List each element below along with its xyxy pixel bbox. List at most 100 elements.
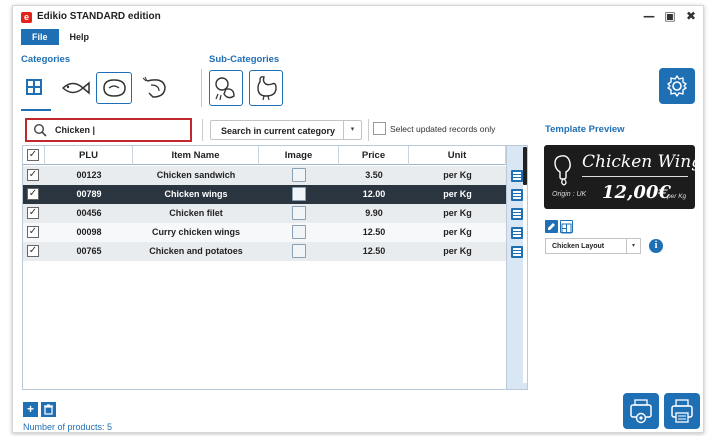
- menu-help[interactable]: Help: [59, 29, 101, 45]
- tag-unit: per Kg: [667, 193, 687, 200]
- column-header-price[interactable]: Price: [339, 146, 409, 165]
- menu-file[interactable]: File: [21, 29, 59, 45]
- delete-product-button[interactable]: [41, 402, 56, 417]
- toolbar-separator: [202, 119, 203, 141]
- table-row[interactable]: ✓ 00098 Curry chicken wings 12.50 per Kg: [23, 223, 506, 242]
- table-scrollbar-thumb[interactable]: [523, 147, 527, 185]
- cell-plu: 00123: [76, 170, 102, 180]
- category-fish-button[interactable]: [57, 74, 93, 102]
- search-input[interactable]: [55, 125, 180, 135]
- rooster-icon: [257, 76, 277, 101]
- row-checkbox[interactable]: ✓: [27, 169, 39, 181]
- layout-select[interactable]: Chicken Layout ▾: [545, 238, 641, 254]
- chicken-parts-icon: [215, 77, 235, 101]
- fish-icon: [61, 81, 90, 95]
- info-icon[interactable]: i: [649, 239, 663, 253]
- product-image-icon: [292, 244, 306, 258]
- cell-plu: 00765: [76, 246, 102, 256]
- table-row[interactable]: ✓ 00456 Chicken filet 9.90 per Kg: [23, 204, 506, 223]
- row-checkbox[interactable]: ✓: [27, 245, 39, 257]
- window-controls: — ▣ ✖: [643, 9, 697, 23]
- column-header-image[interactable]: Image: [259, 146, 339, 165]
- product-image-icon: [292, 225, 306, 239]
- maximize-button[interactable]: ▣: [664, 9, 676, 23]
- details-icon[interactable]: [511, 208, 523, 220]
- cell-unit: per Kg: [443, 227, 472, 237]
- subcategory-rooster-button[interactable]: [249, 70, 283, 106]
- layout-icon: [561, 223, 572, 234]
- close-button[interactable]: ✖: [685, 9, 697, 23]
- app-title: Edikio STANDARD edition: [37, 11, 161, 22]
- cell-plu: 00456: [76, 208, 102, 218]
- cell-unit: per Kg: [443, 208, 472, 218]
- search-scope-select[interactable]: Search in current category ▾: [210, 120, 362, 140]
- category-shrimp-button[interactable]: [138, 72, 174, 104]
- tag-price: 12,00€: [602, 182, 671, 203]
- cell-item-name: Chicken wings: [164, 189, 228, 199]
- print-button[interactable]: [664, 393, 700, 429]
- minimize-button[interactable]: —: [643, 9, 655, 23]
- subcategory-chicken-parts-button[interactable]: [209, 70, 243, 106]
- product-image-icon: [292, 187, 306, 201]
- product-count: Number of products: 5: [23, 422, 113, 432]
- table-row[interactable]: ✓ 00789 Chicken wings 12.00 per Kg: [23, 185, 506, 204]
- table-row[interactable]: ✓ 00123 Chicken sandwich 3.50 per Kg: [23, 166, 506, 185]
- select-all-checkbox[interactable]: ✓: [27, 149, 39, 161]
- column-header-item-name[interactable]: Item Name: [133, 146, 259, 165]
- template-layout-button[interactable]: [560, 220, 573, 234]
- shrimp-icon: [142, 76, 166, 98]
- cell-unit: per Kg: [443, 246, 472, 256]
- category-all-button[interactable]: [23, 76, 45, 98]
- cell-plu: 00098: [76, 227, 102, 237]
- row-checkbox[interactable]: ✓: [27, 207, 39, 219]
- product-image-icon: [292, 206, 306, 220]
- categories-label: Categories: [21, 54, 71, 65]
- settings-button[interactable]: [659, 68, 695, 104]
- toolbar-separator: [368, 119, 369, 141]
- grid-icon: [26, 79, 42, 95]
- column-header-unit[interactable]: Unit: [409, 146, 506, 165]
- row-checkbox[interactable]: ✓: [27, 188, 39, 200]
- add-product-button[interactable]: +: [23, 402, 38, 417]
- pencil-icon: [548, 223, 555, 230]
- details-icon[interactable]: [511, 189, 523, 201]
- layout-select-label: Chicken Layout: [552, 243, 605, 250]
- menu-bar: File Help: [21, 29, 100, 45]
- details-icon[interactable]: [511, 246, 523, 258]
- cell-price: 3.50: [365, 170, 383, 180]
- column-header-plu[interactable]: PLU: [45, 146, 133, 165]
- category-meat-button[interactable]: [96, 72, 132, 104]
- search-scope-label: Search in current category: [221, 126, 336, 136]
- gear-icon: [667, 75, 687, 97]
- cell-plu: 00789: [76, 189, 102, 199]
- cell-unit: per Kg: [443, 189, 472, 199]
- cell-price: 9.90: [365, 208, 383, 218]
- details-icon[interactable]: [511, 227, 523, 239]
- trash-icon: [44, 404, 53, 415]
- template-preview-label: Template Preview: [545, 124, 625, 135]
- meat-icon: [103, 79, 126, 97]
- updated-only-checkbox[interactable]: [373, 122, 386, 135]
- cell-item-name: Curry chicken wings: [151, 227, 241, 237]
- print-settings-button[interactable]: [623, 393, 659, 429]
- tag-product-name: Chicken Wings: [582, 152, 695, 172]
- cell-price: 12.50: [362, 246, 386, 256]
- table-row[interactable]: ✓ 00765 Chicken and potatoes 12.50 per K…: [23, 242, 506, 261]
- cell-price: 12.50: [362, 227, 386, 237]
- app-logo-icon: e: [21, 12, 32, 23]
- search-field[interactable]: [25, 118, 192, 142]
- details-icon[interactable]: [511, 170, 523, 182]
- cell-item-name: Chicken sandwich: [156, 170, 236, 180]
- row-checkbox[interactable]: ✓: [27, 226, 39, 238]
- cell-price: 12.00: [362, 189, 386, 199]
- edit-template-button[interactable]: [545, 220, 558, 233]
- table-header: ✓ PLU Item Name Image Price Unit: [23, 146, 527, 165]
- cell-item-name: Chicken and potatoes: [149, 246, 243, 256]
- app-window: e Edikio STANDARD edition — ▣ ✖ File Hel…: [12, 5, 704, 433]
- drumstick-icon: [554, 155, 571, 186]
- tag-divider: [582, 176, 688, 177]
- products-table: ✓ PLU Item Name Image Price Unit ✓ 00123…: [22, 145, 528, 390]
- product-image-icon: [292, 168, 306, 182]
- printer-gear-icon: [630, 399, 652, 424]
- category-selected-indicator: [21, 109, 51, 111]
